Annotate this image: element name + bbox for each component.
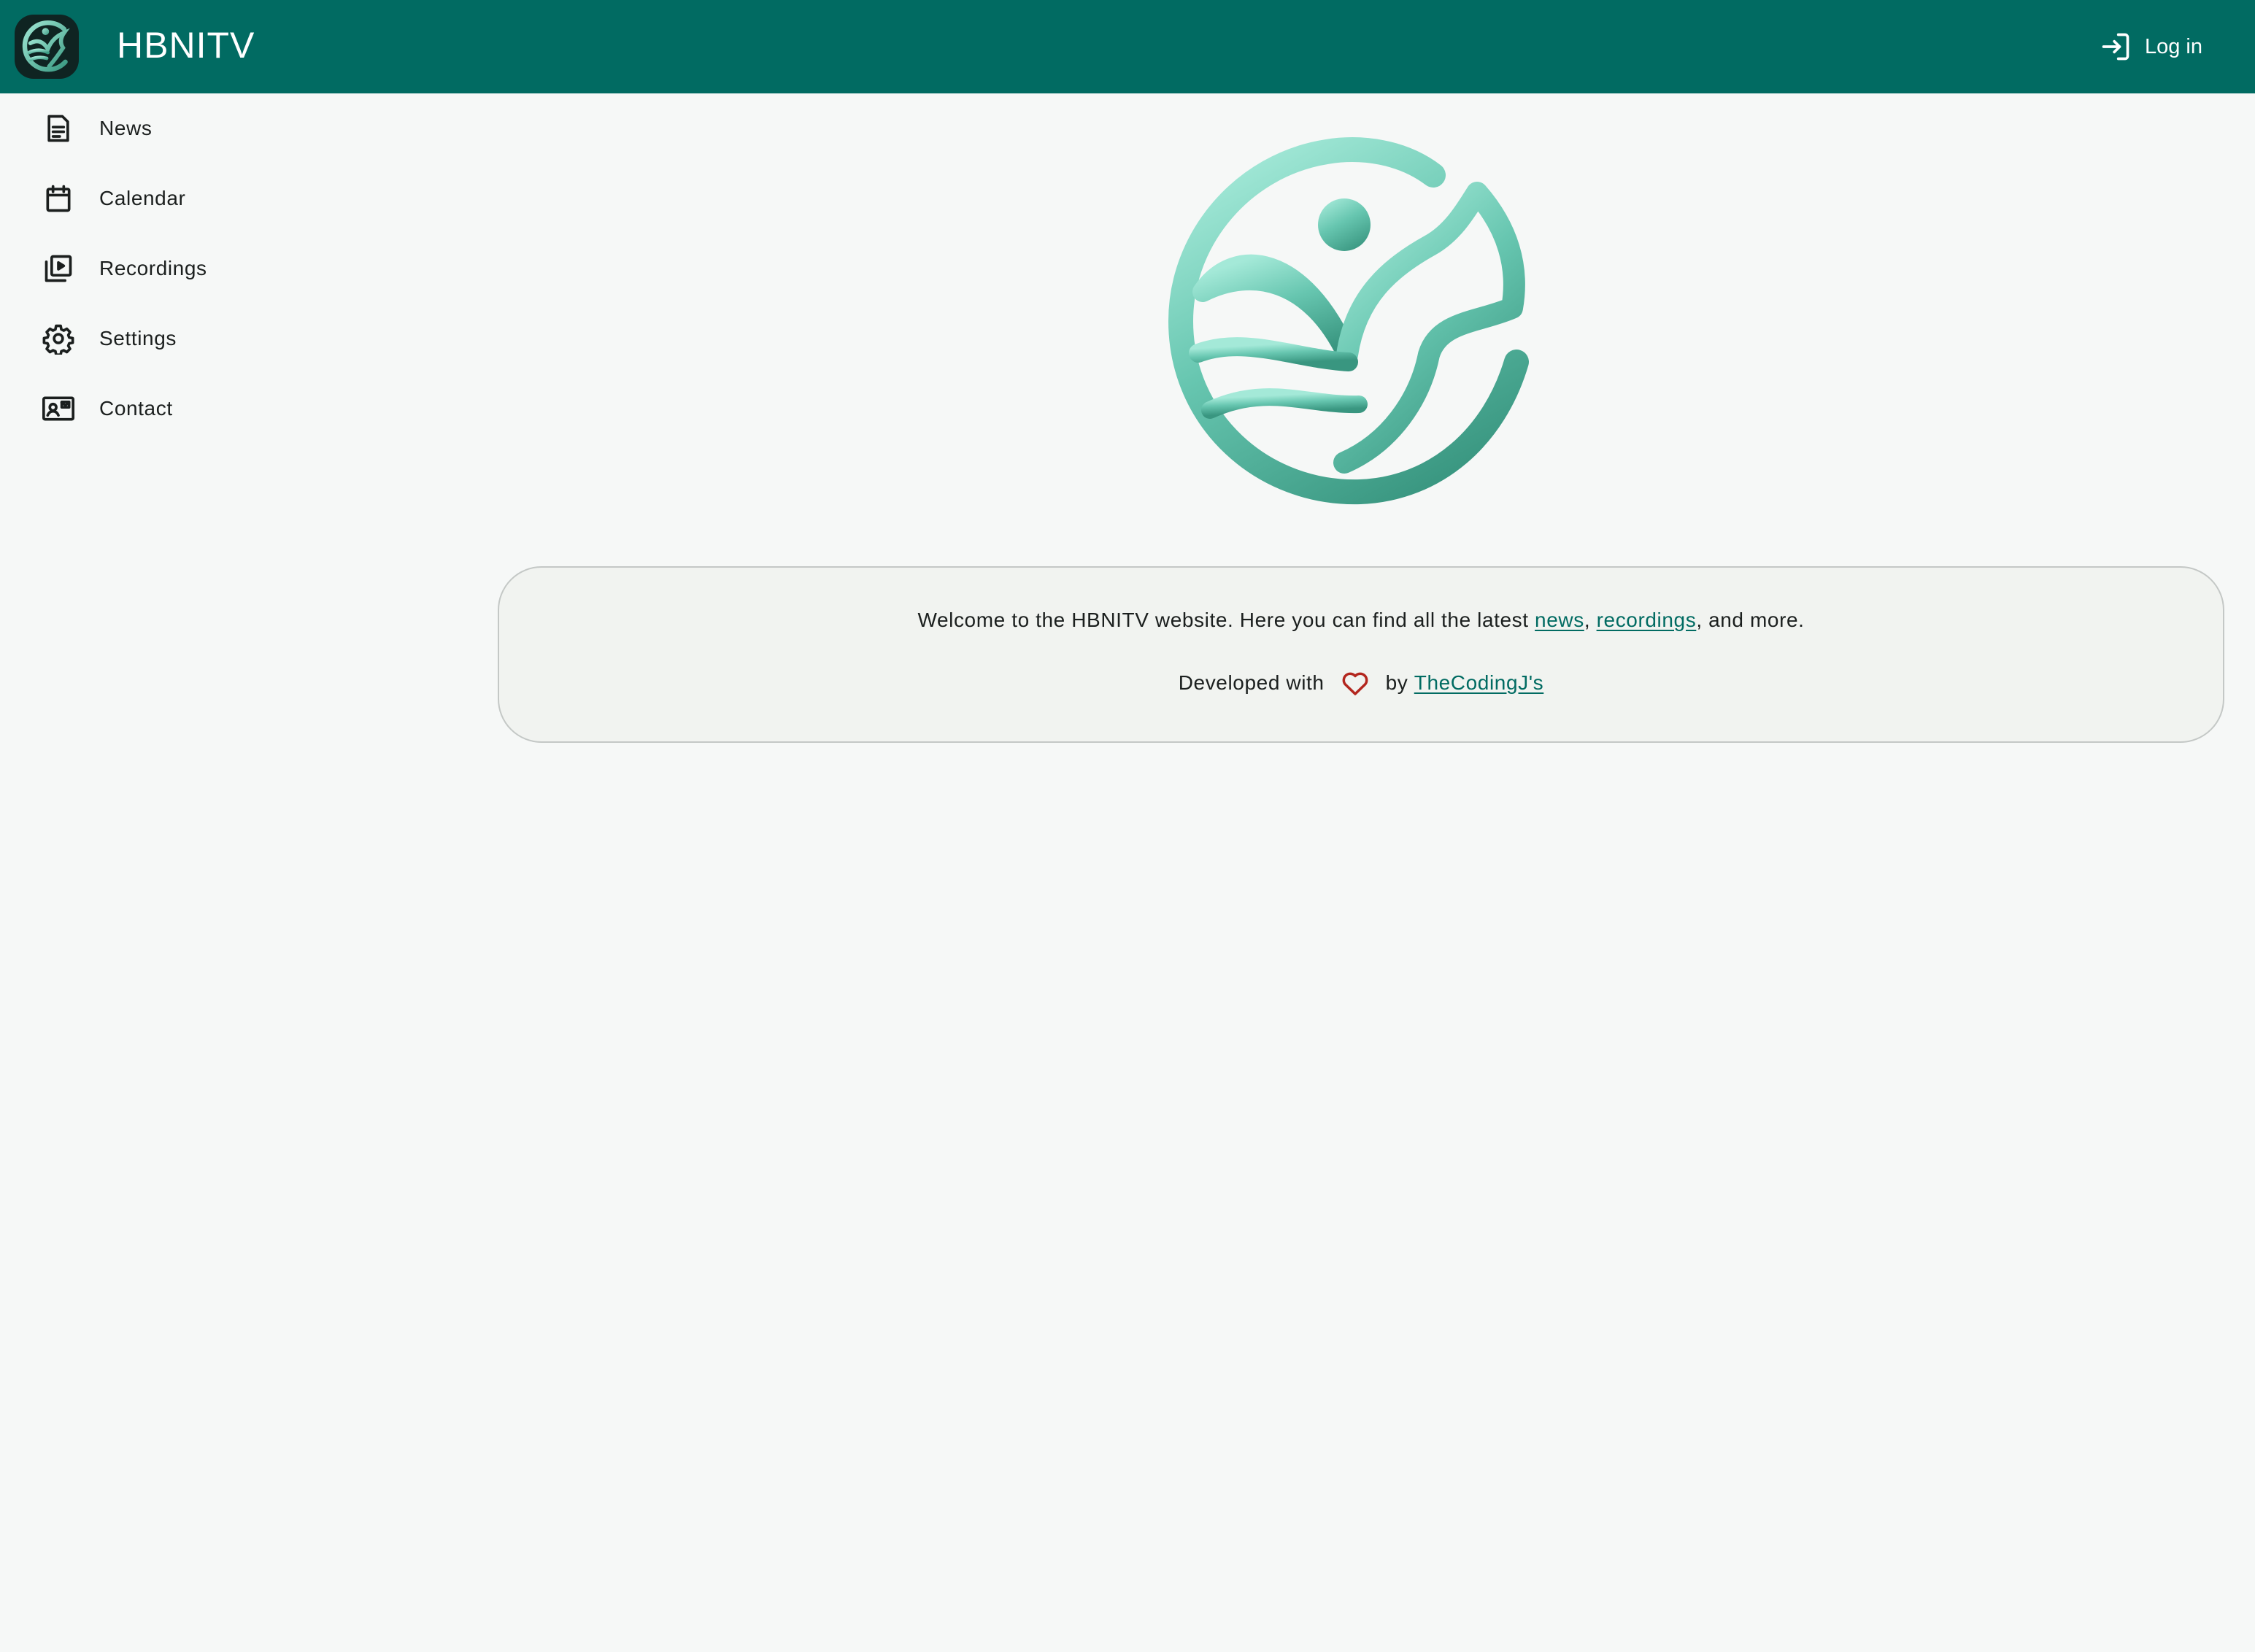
credits-prefix: Developed with xyxy=(1178,671,1325,694)
login-icon xyxy=(2100,31,2132,63)
sidebar-item-news[interactable]: News xyxy=(0,93,307,163)
sidebar-item-calendar[interactable]: Calendar xyxy=(0,163,307,233)
welcome-suffix: , and more. xyxy=(1696,609,1805,631)
app-title: HBNITV xyxy=(117,25,255,66)
hbnitv-hero-logo xyxy=(1165,136,1534,508)
sidebar-item-label: News xyxy=(99,117,153,139)
welcome-separator: , xyxy=(1584,609,1591,631)
author-link[interactable]: TheCodingJ's xyxy=(1414,671,1544,695)
sidebar-item-label: Settings xyxy=(99,327,177,350)
welcome-card: Welcome to the HBNITV website. Here you … xyxy=(498,566,2224,743)
login-button[interactable]: Log in xyxy=(2100,26,2202,67)
hbnitv-logo-icon[interactable] xyxy=(15,15,79,79)
welcome-text: Welcome to the HBNITV website. Here you … xyxy=(499,609,2223,632)
recordings-link[interactable]: recordings xyxy=(1597,609,1697,631)
gear-icon xyxy=(39,320,77,358)
credits-line: Developed with by TheCodingJ's xyxy=(499,668,2223,698)
sidebar-item-recordings[interactable]: Recordings xyxy=(0,233,307,304)
video-library-icon xyxy=(39,250,77,287)
contact-card-icon xyxy=(39,390,77,428)
welcome-prefix: Welcome to the HBNITV website. Here you … xyxy=(917,609,1529,631)
article-icon xyxy=(39,109,77,147)
sidebar-item-label: Contact xyxy=(99,397,173,420)
sidebar-item-contact[interactable]: Contact xyxy=(0,374,307,444)
heart-icon xyxy=(1341,668,1370,698)
credits-by: by xyxy=(1385,671,1408,694)
calendar-icon xyxy=(39,180,77,217)
sidebar-item-label: Calendar xyxy=(99,187,186,209)
sidebar-item-settings[interactable]: Settings xyxy=(0,304,307,374)
top-app-bar: HBNITV Log in xyxy=(0,0,2255,93)
news-link[interactable]: news xyxy=(1535,609,1584,631)
login-label: Log in xyxy=(2144,34,2202,58)
sidebar-item-label: Recordings xyxy=(99,257,207,279)
